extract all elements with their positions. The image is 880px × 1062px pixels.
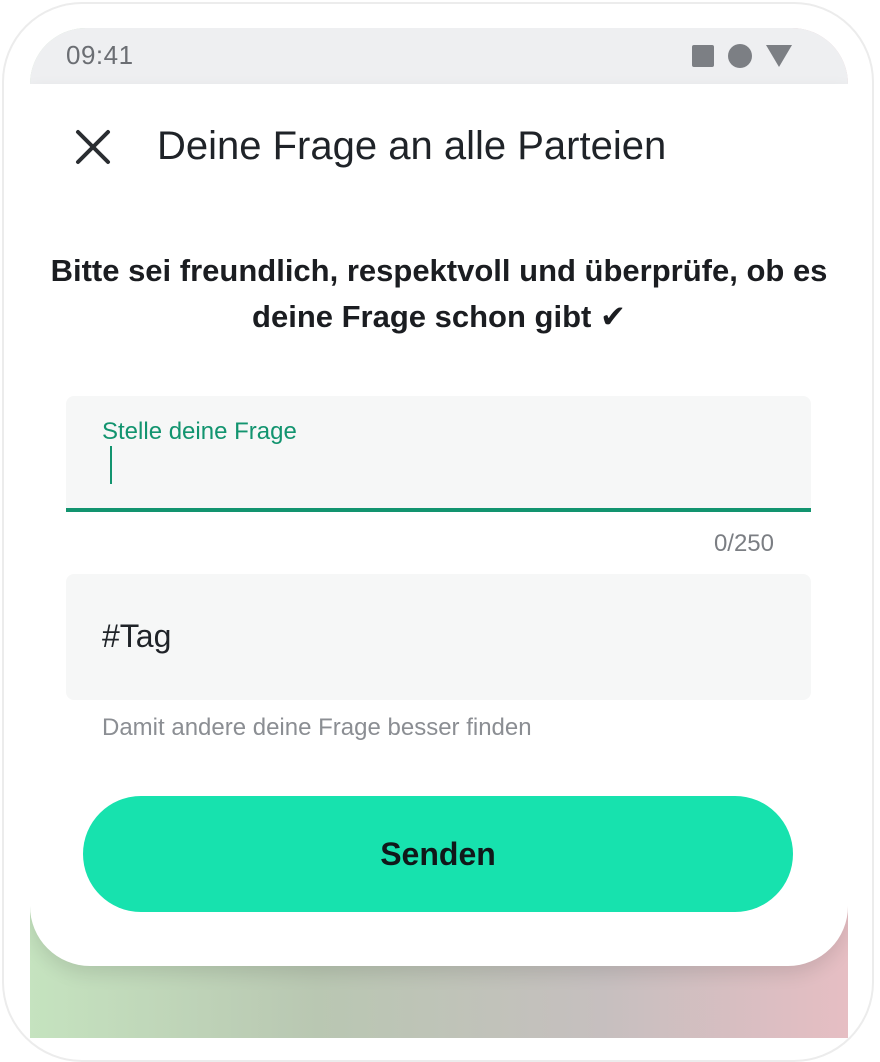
hint-text: Bitte sei freundlich, respektvoll und üb…	[50, 253, 828, 334]
send-button[interactable]: Senden	[83, 796, 793, 912]
status-icons	[692, 44, 792, 68]
page-title: Deine Frage an alle Parteien	[157, 124, 667, 168]
status-time: 09:41	[66, 40, 134, 70]
question-field[interactable]: Stelle deine Frage	[66, 396, 811, 512]
status-bar: 09:41	[30, 28, 848, 84]
close-button[interactable]	[68, 122, 118, 172]
question-input[interactable]	[102, 450, 782, 490]
tag-field[interactable]	[66, 574, 811, 700]
close-icon	[76, 130, 110, 164]
question-label: Stelle deine Frage	[102, 418, 297, 445]
text-cursor	[110, 446, 112, 484]
triangle-icon	[766, 45, 792, 67]
question-sheet: Deine Frage an alle Parteien Bitte sei f…	[30, 84, 848, 966]
tag-input[interactable]	[102, 614, 782, 658]
phone-screen: 09:41 Deine Frage an alle Parteien Bitte…	[30, 28, 848, 1038]
character-counter: 0/250	[713, 530, 774, 557]
circle-icon	[728, 44, 752, 68]
square-icon	[692, 45, 714, 67]
tag-helper-text: Damit andere deine Frage besser finden	[102, 714, 532, 741]
